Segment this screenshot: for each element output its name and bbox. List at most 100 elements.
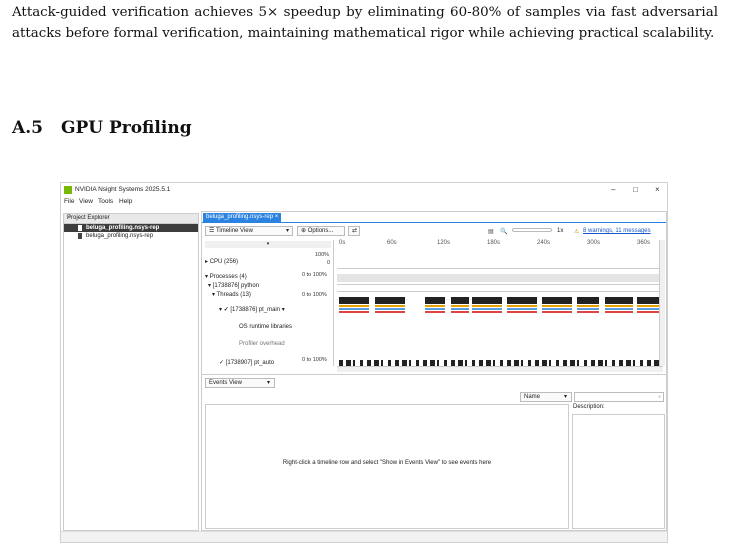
project-explorer: Project Explorer × beluga_profiling.nsys-… [63,213,199,531]
row-python[interactable]: ▾ [1738876] python [208,282,259,289]
row-pt-main[interactable]: ▾ ✓ [1738876] pt_main ▾ [219,306,285,313]
app-title: NVIDIA Nsight Systems 2025.5.1 [75,186,171,193]
description-label: Description: [573,404,605,410]
pct-range-1: 0 to 100% [302,272,327,278]
activity-block [425,297,445,304]
zoom-slider[interactable] [512,228,552,232]
activity-stripe [577,311,599,313]
section-title: GPU Profiling [60,118,192,138]
row-os-runtime[interactable]: OS runtime libraries [239,324,292,330]
activity-stripe [451,308,469,310]
name-dropdown[interactable]: Name ▾ [520,392,572,402]
pct-0: 0 [327,260,331,266]
search-input[interactable]: ⌕ [574,392,664,402]
warnings-link[interactable]: 8 warnings, 11 messages [583,228,651,234]
activity-block [605,297,633,304]
events-view-dropdown[interactable]: Events View ▾ [205,378,275,388]
zoom-level: 1x [557,228,564,234]
activity-block [507,297,537,304]
section-heading: A.5 GPU Profiling [12,118,210,138]
pct-100: 100% [315,252,330,258]
menu-bar: File View Tools Help [61,197,667,207]
events-hint: Right-click a timeline row and select "S… [282,460,492,466]
activity-block [375,297,405,304]
panel-close-icon[interactable]: × [67,215,195,221]
activity-stripe [507,305,537,307]
row-processes[interactable]: ▾ Processes (4) [205,273,247,280]
section-number: A.5 [12,118,43,138]
menu-help[interactable]: Help [119,198,132,205]
process-bar [337,274,663,282]
activity-stripe [451,305,469,307]
activity-block [451,297,469,304]
activity-block [577,297,599,304]
vertical-scrollbar[interactable] [659,240,665,366]
screenshot-icon[interactable]: ▤ [488,228,494,235]
menu-view[interactable]: View [79,198,93,205]
checkbox-icon: ✓ [223,307,229,313]
activity-stripe [375,305,405,307]
warning-icon: ⚠ [574,229,580,235]
activity-stripe [577,305,599,307]
timeline-labels: ▾ ▸ CPU (256) ▾ Processes (4) ▾ [1738876… [205,240,334,366]
activity-stripe [339,305,369,307]
file-icon [78,233,82,239]
title-bar: NVIDIA Nsight Systems 2025.5.1 – □ × [61,183,667,197]
row-cpu[interactable]: ▸ CPU (256) [205,258,238,265]
pct-range-2: 0 to 100% [302,292,327,298]
labels-dropdown[interactable]: ▾ [205,241,331,248]
activity-stripe [605,305,633,307]
body-paragraph: Attack-guided verification achieves 5× s… [12,5,718,41]
menu-tools[interactable]: Tools [98,198,113,205]
activity-stripe [542,308,572,310]
activity-stripe [605,311,633,313]
pct-range-3: 0 to 100% [302,357,327,363]
activity-stripe [339,311,369,313]
options-button[interactable]: ⊕ Options... [297,226,345,236]
timeline-area[interactable] [337,248,663,366]
events-panel: Events View ▾ Name ▾ ⌕ Right-click a timel… [202,374,666,533]
events-list[interactable]: Right-click a timeline row and select "S… [205,404,569,529]
activity-block [339,297,369,304]
maximize-icon[interactable]: □ [633,185,638,194]
nvidia-logo-icon [64,186,72,194]
description-panel: Description: [572,404,665,529]
activity-stripe [472,311,502,313]
pin-button[interactable]: ⇄ [348,226,360,236]
status-bar [61,531,667,542]
project-item[interactable]: beluga_profiling.nsys-rep [64,232,198,240]
activity-block [472,297,502,304]
activity-stripe [339,308,369,310]
zoom-icon[interactable]: 🔍 [500,228,507,235]
activity-stripe [577,308,599,310]
horizontal-scrollbar[interactable] [337,366,663,372]
project-item-selected[interactable]: beluga_profiling.nsys-rep [64,224,198,232]
activity-stripe [472,305,502,307]
description-box [572,414,665,529]
timeline-view-dropdown[interactable]: ☰ Timeline View ▾ [205,226,293,236]
report-panel: beluga_profiling.nsys-rep × ☰ Timeline V… [201,211,667,531]
activity-stripe [451,311,469,313]
minimize-icon[interactable]: – [611,185,615,194]
activity-stripe [542,311,572,313]
activity-stripe [472,308,502,310]
menu-file[interactable]: File [64,198,74,205]
nsight-screenshot: NVIDIA Nsight Systems 2025.5.1 – □ × Fil… [60,182,668,543]
row-profiler-overhead[interactable]: Profiler overhead [239,341,285,347]
activity-stripe [375,311,405,313]
activity-stripe [375,308,405,310]
row-pt-auto[interactable]: ✓ [1738907] pt_auto [219,359,274,366]
activity-stripe [425,308,445,310]
activity-stripe [605,308,633,310]
activity-block [542,297,572,304]
file-icon [78,225,82,231]
row-threads[interactable]: ▾ Threads (13) [212,291,251,298]
close-icon[interactable]: × [655,185,660,194]
activity-stripe [425,311,445,313]
search-icon: ⌕ [658,394,661,400]
report-tab[interactable]: beluga_profiling.nsys-rep × [203,213,282,222]
activity-stripe [507,308,537,310]
activity-stripe [425,305,445,307]
activity-stripe [507,311,537,313]
activity-stripe [542,305,572,307]
